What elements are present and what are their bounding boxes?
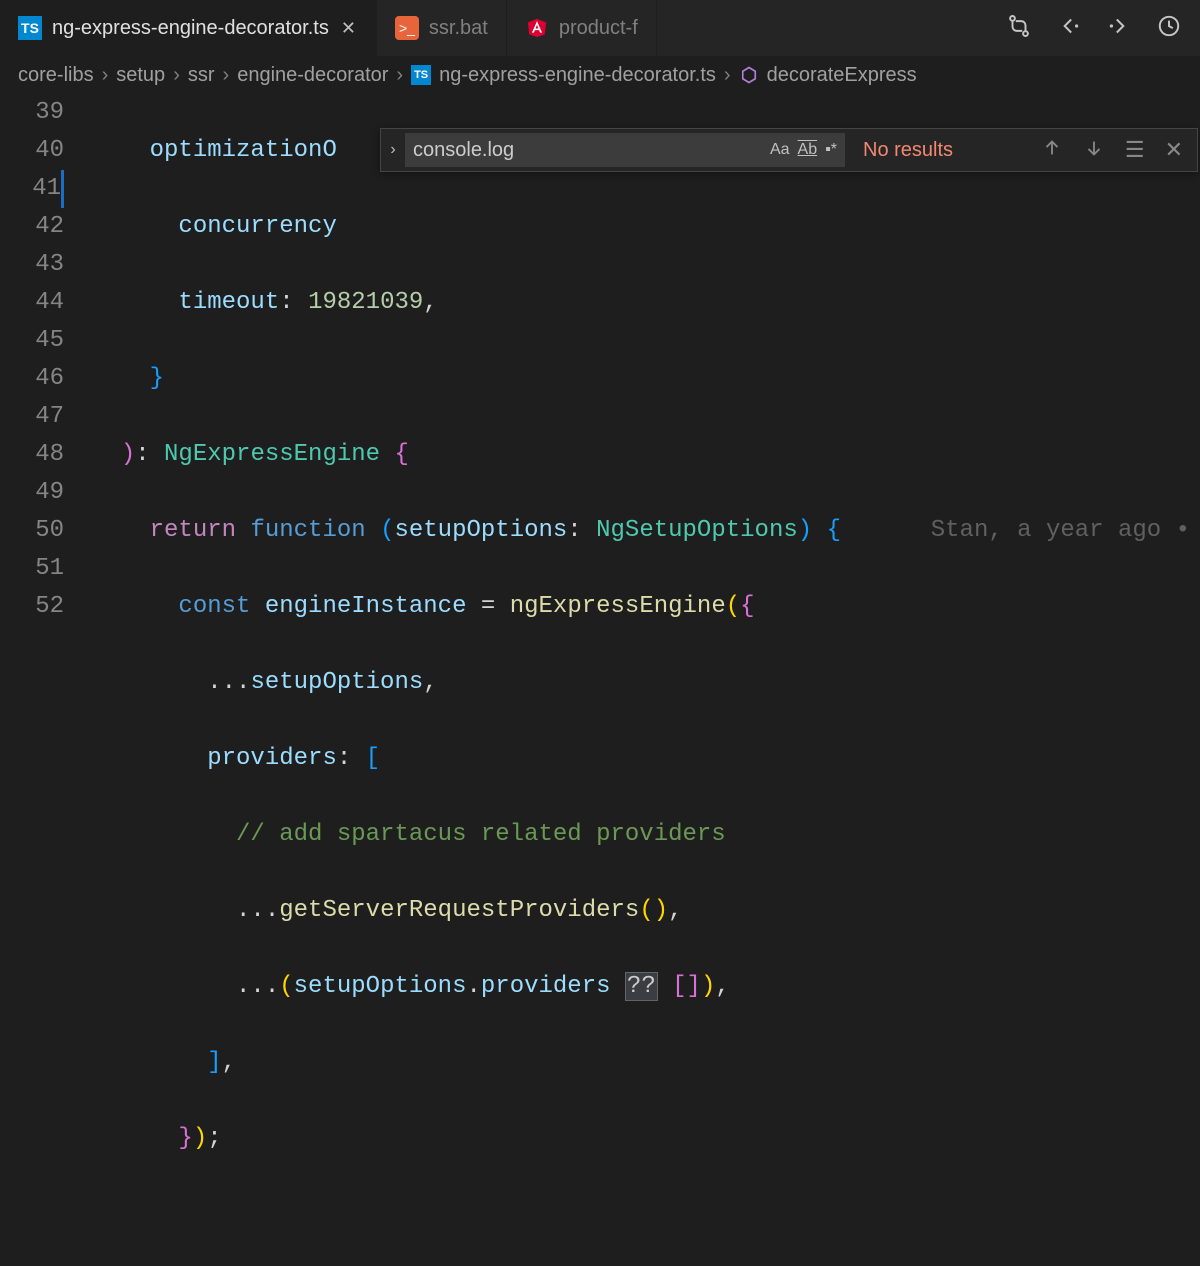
find-widget: › Aa Ab ▪* No results ☰ ✕ [380,128,1198,172]
toggle-replace-icon[interactable]: › [381,129,405,171]
code-area[interactable]: optimizationO concurrency timeout: 19821… [92,94,1200,1266]
line-number-gutter: 39 40 41 42 43 44 45 46 47 48 49 50 51 5… [0,94,92,1266]
code-token: optimizationO [150,137,337,164]
chevron-right-icon: › [173,64,180,87]
code-token: // add spartacus related providers [236,821,726,848]
code-token: return [150,517,236,544]
chevron-right-icon: › [223,64,230,87]
code-token: providers [207,745,337,772]
tab-label: ng-express-engine-decorator.ts [52,17,329,40]
line-number: 41 [0,170,64,208]
go-forward-icon[interactable] [1106,13,1132,44]
code-token: providers [481,973,611,1000]
find-last-change-icon[interactable] [1156,13,1182,44]
previous-match-icon[interactable] [1041,137,1063,164]
line-number: 49 [0,474,64,512]
breadcrumb-segment[interactable]: engine-decorator [237,64,388,87]
code-token: getServerRequestProviders [279,897,639,924]
line-number: 45 [0,322,64,360]
match-case-icon[interactable]: Aa [770,141,790,159]
code-token: concurrency [178,213,336,240]
breadcrumb-segment[interactable]: core-libs [18,64,94,87]
close-find-icon[interactable]: ✕ [1165,137,1183,163]
tab-product-f[interactable]: product-f [507,0,657,56]
line-number: 44 [0,284,64,322]
find-input-wrap: Aa Ab ▪* [405,133,845,167]
angular-icon [525,16,549,40]
code-token: timeout [178,289,279,316]
go-back-icon[interactable] [1056,13,1082,44]
find-in-selection-icon[interactable]: ☰ [1125,137,1145,163]
code-token: ?? [625,972,658,1001]
line-number: 46 [0,360,64,398]
line-number: 52 [0,588,64,626]
breadcrumb-segment[interactable]: ssr [188,64,215,87]
line-number: 48 [0,436,64,474]
breadcrumb[interactable]: core-libs › setup › ssr › engine-decorat… [0,56,1200,94]
code-token: setupOptions [294,973,467,1000]
code-token: ngExpressEngine [510,593,726,620]
compare-changes-icon[interactable] [1006,13,1032,44]
batch-file-icon: >_ [395,16,419,40]
code-token: function [250,517,365,544]
code-token: 19821039 [308,289,423,316]
code-token: engineInstance [265,593,467,620]
tab-label: product-f [559,17,638,40]
chevron-right-icon: › [724,64,731,87]
find-input[interactable] [413,139,762,162]
line-number: 50 [0,512,64,550]
line-number: 39 [0,94,64,132]
chevron-right-icon: › [396,64,403,87]
line-number: 47 [0,398,64,436]
line-number: 40 [0,132,64,170]
code-token: const [178,593,250,620]
breadcrumb-segment[interactable]: setup [116,64,165,87]
typescript-icon: TS [18,16,42,40]
editor-title-actions [988,0,1200,56]
find-actions: ☰ ✕ [1041,137,1197,164]
line-number: 42 [0,208,64,246]
method-icon [739,65,759,85]
code-token: setupOptions [250,669,423,696]
match-whole-word-icon[interactable]: Ab [798,141,818,159]
git-blame-annotation[interactable]: Stan, a year ago • [931,512,1190,550]
close-icon[interactable]: ✕ [339,16,358,41]
line-number: 43 [0,246,64,284]
typescript-icon: TS [411,65,431,85]
tab-ssr-bat[interactable]: >_ ssr.bat [377,0,507,56]
code-token: NgExpressEngine [164,441,380,468]
next-match-icon[interactable] [1083,137,1105,164]
line-number: 51 [0,550,64,588]
editor-tabs: TS ng-express-engine-decorator.ts ✕ >_ s… [0,0,1200,56]
breadcrumb-segment[interactable]: ng-express-engine-decorator.ts [439,64,716,87]
code-token: setupOptions [394,517,567,544]
find-result-count: No results [845,139,971,162]
tab-active-file[interactable]: TS ng-express-engine-decorator.ts ✕ [0,0,377,56]
chevron-right-icon: › [102,64,109,87]
code-token: NgSetupOptions [596,517,798,544]
code-editor[interactable]: 39 40 41 42 43 44 45 46 47 48 49 50 51 5… [0,94,1200,1266]
breadcrumb-segment[interactable]: decorateExpress [767,64,917,87]
use-regex-icon[interactable]: ▪* [825,141,837,159]
tab-label: ssr.bat [429,17,488,40]
